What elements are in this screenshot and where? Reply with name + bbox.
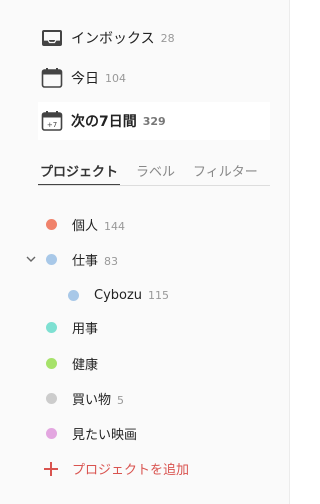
project-count: 5 [117, 393, 125, 407]
plus-icon [44, 461, 58, 476]
filter-count: 28 [160, 31, 175, 45]
add-project-button[interactable]: プロジェクトを追加 [0, 453, 289, 483]
filter-inbox[interactable]: インボックス 28 [38, 19, 270, 57]
inbox-icon [41, 27, 63, 49]
filter-next-7-days[interactable]: +7 次の7日間 329 [38, 102, 270, 140]
calendar-today-icon [41, 67, 63, 89]
content-area-edge [289, 0, 314, 504]
project-name: 個人 [72, 218, 99, 234]
project-color-dot [46, 427, 57, 439]
filter-today[interactable]: 今日 104 [38, 59, 270, 97]
project-name: 用事 [72, 321, 99, 337]
project-name: 健康 [72, 357, 99, 373]
project-item-work[interactable]: 仕事 83 [0, 244, 289, 274]
sidebar: インボックス 28 今日 104 +7 次の7日間 329 プロジェクト ラベル… [0, 0, 289, 504]
project-item-health[interactable]: 健康 [0, 348, 289, 378]
add-project-label: プロジェクトを追加 [72, 462, 190, 478]
project-count: 115 [148, 288, 170, 302]
project-item-shopping[interactable]: 買い物 5 [0, 383, 289, 413]
chevron-down-icon[interactable] [25, 253, 37, 265]
filter-count: 329 [142, 114, 166, 128]
project-count: 144 [104, 219, 126, 233]
project-item-personal[interactable]: 個人 144 [0, 209, 289, 239]
filter-count: 104 [105, 71, 126, 85]
project-color-dot [46, 392, 57, 404]
project-color-dot [46, 218, 57, 230]
filter-label: インボックス [71, 31, 155, 47]
project-item-movies[interactable]: 見たい映画 [0, 418, 289, 448]
filter-label: 今日 [71, 71, 99, 87]
tab-projects[interactable]: プロジェクト [38, 161, 121, 185]
calendar-week-icon: +7 [41, 110, 63, 132]
project-tabs: プロジェクト ラベル フィルター [38, 161, 270, 186]
project-name: 見たい映画 [72, 427, 138, 443]
tab-filters[interactable]: フィルター [191, 161, 260, 184]
project-color-dot [46, 357, 57, 369]
project-item-errands[interactable]: 用事 [0, 312, 289, 342]
project-name: 仕事 [72, 253, 99, 269]
project-item-cybozu[interactable]: Cybozu 115 [0, 280, 289, 310]
calendar-week-icon-label: +7 [47, 121, 57, 129]
tab-labels[interactable]: ラベル [134, 161, 177, 184]
filter-label: 次の7日間 [71, 114, 137, 130]
project-color-dot [46, 321, 57, 333]
project-name: Cybozu [94, 287, 143, 303]
project-count: 83 [104, 254, 119, 268]
project-color-dot [46, 253, 57, 265]
project-color-dot [68, 289, 79, 301]
project-name: 買い物 [72, 392, 112, 408]
